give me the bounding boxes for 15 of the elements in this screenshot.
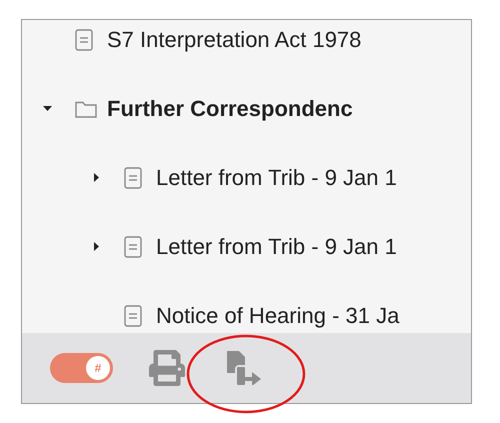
tree-item-label[interactable]: Notice of Hearing - 31 Ja xyxy=(156,299,400,332)
tree-item-label[interactable]: Letter from Trib - 9 Jan 1 xyxy=(156,230,397,263)
print-button[interactable] xyxy=(149,350,185,386)
export-button[interactable] xyxy=(225,351,263,385)
document-icon xyxy=(75,28,93,50)
document-icon xyxy=(124,166,142,188)
print-icon xyxy=(149,350,185,386)
document-icon xyxy=(124,304,142,326)
tree-item-label[interactable]: S7 Interpretation Act 1978 xyxy=(107,23,362,56)
folder-icon xyxy=(75,100,97,118)
document-icon xyxy=(124,236,142,258)
tree-item-label[interactable]: Letter from Trib - 9 Jan 1 xyxy=(156,161,397,194)
export-icon xyxy=(225,351,263,385)
toggle-symbol: # xyxy=(94,362,102,374)
tree-item-label[interactable]: Further Correspondenc xyxy=(107,92,353,125)
